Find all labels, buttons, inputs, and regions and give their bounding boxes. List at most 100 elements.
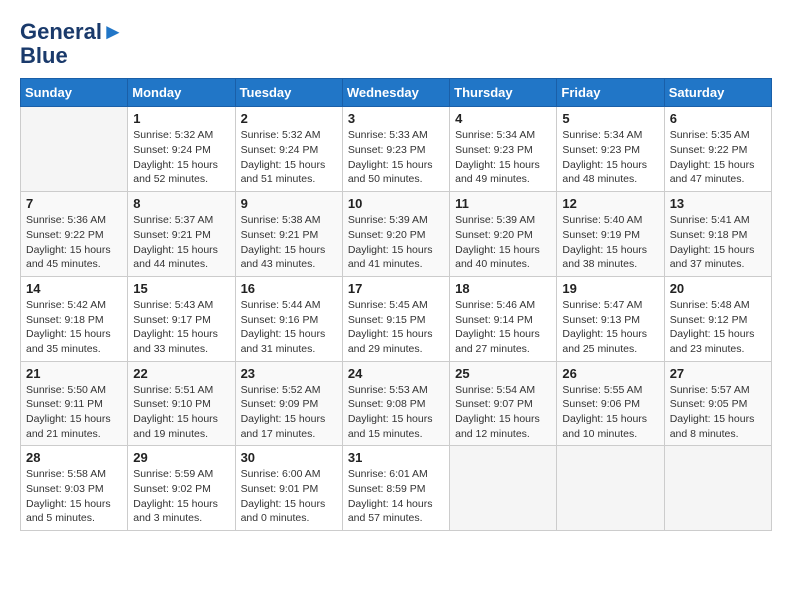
week-row-2: 7 Sunrise: 5:36 AM Sunset: 9:22 PM Daylig… bbox=[21, 192, 772, 277]
day-info: Sunrise: 5:40 AM Sunset: 9:19 PM Dayligh… bbox=[562, 213, 658, 272]
day-info: Sunrise: 5:32 AM Sunset: 9:24 PM Dayligh… bbox=[241, 128, 337, 187]
day-cell: 3Sunrise: 5:33 AM Sunset: 9:23 PM Daylig… bbox=[342, 107, 449, 192]
day-cell: 6 Sunrise: 5:35 AM Sunset: 9:22 PM Daylig… bbox=[664, 107, 771, 192]
day-cell: 14Sunrise: 5:42 AM Sunset: 9:18 PM Dayli… bbox=[21, 276, 128, 361]
day-number: 3 bbox=[348, 111, 444, 126]
day-number: 21 bbox=[26, 366, 122, 381]
header-cell-sunday: Sunday bbox=[21, 79, 128, 107]
day-cell: 20Sunrise: 5:48 AM Sunset: 9:12 PM Dayli… bbox=[664, 276, 771, 361]
header-row: SundayMondayTuesdayWednesdayThursdayFrid… bbox=[21, 79, 772, 107]
logo: General►Blue bbox=[20, 20, 124, 68]
day-cell: 25 Sunrise: 5:54 AM Sunset: 9:07 PM Dayli… bbox=[450, 361, 557, 446]
day-cell: 7 Sunrise: 5:36 AM Sunset: 9:22 PM Daylig… bbox=[21, 192, 128, 277]
day-number: 9 bbox=[241, 196, 337, 211]
day-number: 5 bbox=[562, 111, 658, 126]
day-info: Sunrise: 6:01 AM Sunset: 8:59 PM Dayligh… bbox=[348, 467, 444, 526]
day-info: Sunrise: 5:58 AM Sunset: 9:03 PM Dayligh… bbox=[26, 467, 122, 526]
day-number: 25 bbox=[455, 366, 551, 381]
day-cell: 29 Sunrise: 5:59 AM Sunset: 9:02 PM Dayli… bbox=[128, 446, 235, 531]
day-number: 27 bbox=[670, 366, 766, 381]
calendar-body: 1Sunrise: 5:32 AM Sunset: 9:24 PM Daylig… bbox=[21, 107, 772, 531]
day-cell: 10 Sunrise: 5:39 AM Sunset: 9:20 PM Dayli… bbox=[342, 192, 449, 277]
day-info: Sunrise: 5:45 AM Sunset: 9:15 PM Dayligh… bbox=[348, 298, 444, 357]
day-cell: 19Sunrise: 5:47 AM Sunset: 9:13 PM Dayli… bbox=[557, 276, 664, 361]
day-cell: 21 Sunrise: 5:50 AM Sunset: 9:11 PM Dayli… bbox=[21, 361, 128, 446]
day-info: Sunrise: 5:46 AM Sunset: 9:14 PM Dayligh… bbox=[455, 298, 551, 357]
day-info: Sunrise: 5:59 AM Sunset: 9:02 PM Dayligh… bbox=[133, 467, 229, 526]
day-info: Sunrise: 5:57 AM Sunset: 9:05 PM Dayligh… bbox=[670, 383, 766, 442]
day-info: Sunrise: 5:55 AM Sunset: 9:06 PM Dayligh… bbox=[562, 383, 658, 442]
day-number: 14 bbox=[26, 281, 122, 296]
logo-text: General►Blue bbox=[20, 20, 124, 68]
page-header: General►Blue bbox=[20, 20, 772, 68]
day-info: Sunrise: 5:36 AM Sunset: 9:22 PM Dayligh… bbox=[26, 213, 122, 272]
day-number: 24 bbox=[348, 366, 444, 381]
week-row-5: 28 Sunrise: 5:58 AM Sunset: 9:03 PM Dayli… bbox=[21, 446, 772, 531]
day-info: Sunrise: 5:54 AM Sunset: 9:07 PM Dayligh… bbox=[455, 383, 551, 442]
day-cell: 18 Sunrise: 5:46 AM Sunset: 9:14 PM Dayli… bbox=[450, 276, 557, 361]
day-info: Sunrise: 6:00 AM Sunset: 9:01 PM Dayligh… bbox=[241, 467, 337, 526]
day-number: 17 bbox=[348, 281, 444, 296]
day-cell: 8 Sunrise: 5:37 AM Sunset: 9:21 PM Daylig… bbox=[128, 192, 235, 277]
day-cell: 22Sunrise: 5:51 AM Sunset: 9:10 PM Dayli… bbox=[128, 361, 235, 446]
day-cell: 30 Sunrise: 6:00 AM Sunset: 9:01 PM Dayli… bbox=[235, 446, 342, 531]
day-cell: 28 Sunrise: 5:58 AM Sunset: 9:03 PM Dayli… bbox=[21, 446, 128, 531]
day-number: 15 bbox=[133, 281, 229, 296]
day-cell: 4 Sunrise: 5:34 AM Sunset: 9:23 PM Daylig… bbox=[450, 107, 557, 192]
day-cell: 23Sunrise: 5:52 AM Sunset: 9:09 PM Dayli… bbox=[235, 361, 342, 446]
day-cell: 26 Sunrise: 5:55 AM Sunset: 9:06 PM Dayli… bbox=[557, 361, 664, 446]
week-row-1: 1Sunrise: 5:32 AM Sunset: 9:24 PM Daylig… bbox=[21, 107, 772, 192]
day-cell: 9 Sunrise: 5:38 AM Sunset: 9:21 PM Daylig… bbox=[235, 192, 342, 277]
header-cell-tuesday: Tuesday bbox=[235, 79, 342, 107]
day-info: Sunrise: 5:38 AM Sunset: 9:21 PM Dayligh… bbox=[241, 213, 337, 272]
day-info: Sunrise: 5:50 AM Sunset: 9:11 PM Dayligh… bbox=[26, 383, 122, 442]
day-cell: 17 Sunrise: 5:45 AM Sunset: 9:15 PM Dayli… bbox=[342, 276, 449, 361]
day-number: 30 bbox=[241, 450, 337, 465]
day-info: Sunrise: 5:41 AM Sunset: 9:18 PM Dayligh… bbox=[670, 213, 766, 272]
day-info: Sunrise: 5:51 AM Sunset: 9:10 PM Dayligh… bbox=[133, 383, 229, 442]
day-cell bbox=[557, 446, 664, 531]
day-number: 29 bbox=[133, 450, 229, 465]
day-cell: 2 Sunrise: 5:32 AM Sunset: 9:24 PM Daylig… bbox=[235, 107, 342, 192]
day-info: Sunrise: 5:32 AM Sunset: 9:24 PM Dayligh… bbox=[133, 128, 229, 187]
header-cell-friday: Friday bbox=[557, 79, 664, 107]
day-info: Sunrise: 5:53 AM Sunset: 9:08 PM Dayligh… bbox=[348, 383, 444, 442]
day-cell: 1Sunrise: 5:32 AM Sunset: 9:24 PM Daylig… bbox=[128, 107, 235, 192]
day-number: 10 bbox=[348, 196, 444, 211]
header-cell-saturday: Saturday bbox=[664, 79, 771, 107]
day-info: Sunrise: 5:34 AM Sunset: 9:23 PM Dayligh… bbox=[455, 128, 551, 187]
day-info: Sunrise: 5:39 AM Sunset: 9:20 PM Dayligh… bbox=[348, 213, 444, 272]
day-number: 16 bbox=[241, 281, 337, 296]
day-info: Sunrise: 5:34 AM Sunset: 9:23 PM Dayligh… bbox=[562, 128, 658, 187]
day-info: Sunrise: 5:35 AM Sunset: 9:22 PM Dayligh… bbox=[670, 128, 766, 187]
calendar-table: SundayMondayTuesdayWednesdayThursdayFrid… bbox=[20, 78, 772, 531]
day-cell bbox=[450, 446, 557, 531]
day-cell: 12 Sunrise: 5:40 AM Sunset: 9:19 PM Dayli… bbox=[557, 192, 664, 277]
day-cell: 27 Sunrise: 5:57 AM Sunset: 9:05 PM Dayli… bbox=[664, 361, 771, 446]
week-row-4: 21 Sunrise: 5:50 AM Sunset: 9:11 PM Dayli… bbox=[21, 361, 772, 446]
day-number: 6 bbox=[670, 111, 766, 126]
day-number: 18 bbox=[455, 281, 551, 296]
day-cell: 15 Sunrise: 5:43 AM Sunset: 9:17 PM Dayli… bbox=[128, 276, 235, 361]
day-number: 12 bbox=[562, 196, 658, 211]
day-info: Sunrise: 5:43 AM Sunset: 9:17 PM Dayligh… bbox=[133, 298, 229, 357]
day-cell: 11Sunrise: 5:39 AM Sunset: 9:20 PM Dayli… bbox=[450, 192, 557, 277]
header-cell-thursday: Thursday bbox=[450, 79, 557, 107]
day-info: Sunrise: 5:44 AM Sunset: 9:16 PM Dayligh… bbox=[241, 298, 337, 357]
day-number: 26 bbox=[562, 366, 658, 381]
day-cell: 13Sunrise: 5:41 AM Sunset: 9:18 PM Dayli… bbox=[664, 192, 771, 277]
day-cell: 24 Sunrise: 5:53 AM Sunset: 9:08 PM Dayli… bbox=[342, 361, 449, 446]
calendar-header: SundayMondayTuesdayWednesdayThursdayFrid… bbox=[21, 79, 772, 107]
day-number: 2 bbox=[241, 111, 337, 126]
day-number: 31 bbox=[348, 450, 444, 465]
day-number: 28 bbox=[26, 450, 122, 465]
day-info: Sunrise: 5:52 AM Sunset: 9:09 PM Dayligh… bbox=[241, 383, 337, 442]
day-number: 4 bbox=[455, 111, 551, 126]
day-number: 8 bbox=[133, 196, 229, 211]
day-number: 11 bbox=[455, 196, 551, 211]
day-number: 7 bbox=[26, 196, 122, 211]
day-cell: 31 Sunrise: 6:01 AM Sunset: 8:59 PM Dayli… bbox=[342, 446, 449, 531]
header-cell-wednesday: Wednesday bbox=[342, 79, 449, 107]
day-info: Sunrise: 5:37 AM Sunset: 9:21 PM Dayligh… bbox=[133, 213, 229, 272]
day-cell: 16 Sunrise: 5:44 AM Sunset: 9:16 PM Dayli… bbox=[235, 276, 342, 361]
